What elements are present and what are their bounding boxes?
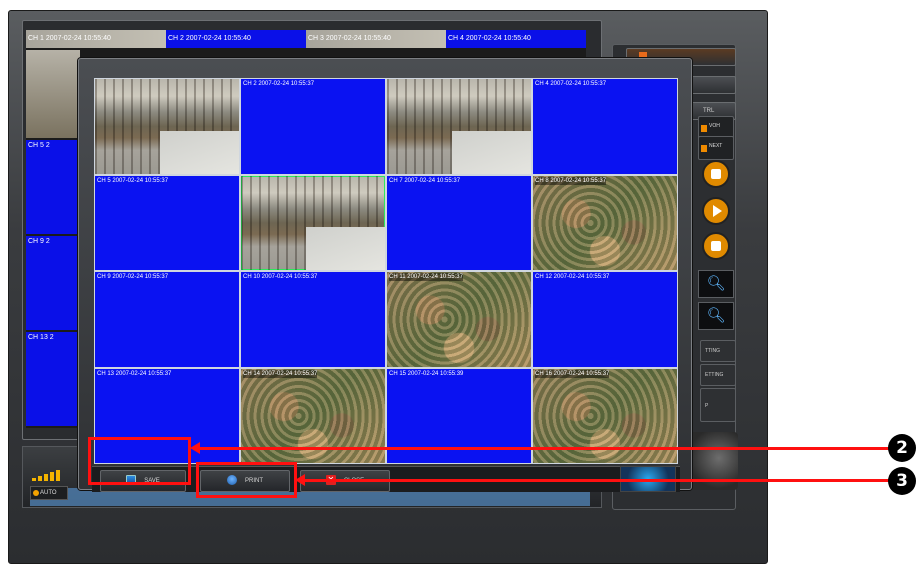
setting-button-label: TTING [705,348,720,354]
channel-label: CH 12 2007-02-24 10:55:37 [535,274,610,280]
bg-channel-label: CH 5 2 [28,142,50,149]
record-stop-button[interactable] [702,232,730,260]
channel-snapshot-grid: CH 2 2007-02-24 10:55:37 CH 4 2007-02-24 … [94,78,678,464]
app-footer [16,552,746,560]
channel-label: CH 13 2007-02-24 10:55:37 [97,370,172,377]
channel-tile[interactable]: CH 11 2007-02-24 10:55:37 [387,272,531,367]
channel-tile[interactable]: CH 5 2007-02-24 10:55:37 [95,175,239,270]
channel-tile[interactable]: CH 10 2007-02-24 10:55:37 [241,272,385,367]
channel-tile[interactable]: CH 4 2007-02-24 10:55:37 [533,79,677,174]
magnifier-icon: 🔍︎ [706,275,726,292]
next-button-label: NEXT [709,143,723,149]
channel-tile[interactable] [241,175,385,270]
auto-indicator-icon [33,490,39,496]
channel-label: CH 15 2007-02-24 10:55:39 [389,370,464,377]
channel-label: CH 2 2007-02-24 10:55:37 [243,81,315,87]
magnifier-icon: 🔍︎ [706,307,726,324]
voh-icon [701,125,707,132]
callout-badge-3: 3 [888,467,916,495]
zoom-in-button[interactable]: 🔍︎ [698,270,734,298]
channel-tile[interactable] [387,79,531,174]
channel-label: CH 16 2007-02-24 10:55:37 [535,369,610,378]
play-button[interactable] [702,197,730,225]
play-icon [713,205,722,217]
screenshot-stage: CH 1 2007-02-24 10:55:40 CH 2 2007-02-24… [0,0,922,571]
channel-label: CH 9 2007-02-24 10:55:37 [97,274,169,280]
channel-label: CH 4 2007-02-24 10:55:37 [535,81,607,87]
zoom-out-button[interactable]: 🔍︎ [698,302,734,330]
stop-icon [711,169,721,179]
next-button[interactable]: NEXT [698,136,734,160]
channel-label: CH 11 2007-02-24 10:55:37 [389,273,463,281]
auto-button[interactable]: AUTO [30,486,68,500]
settings-button-label: ETTING [705,372,724,378]
channel-tile[interactable]: CH 12 2007-02-24 10:55:37 [533,272,677,367]
channel-label: CH 10 2007-02-24 10:55:37 [243,274,318,280]
auto-button-label: AUTO [40,490,57,496]
panel-button[interactable]: P [700,388,736,422]
bg-channel-header: CH 4 2007-02-24 10:55:40 [446,30,586,48]
bg-channel-tile: CH 13 2 [26,332,80,426]
setting-button[interactable]: TTING [700,340,736,362]
channel-tile[interactable] [95,79,239,174]
panel-button-label: P [705,403,709,409]
bg-channel-label: CH 13 2 [28,334,54,341]
right-panel-tab-label: TRL [703,108,715,114]
bg-channel-tile [26,50,80,138]
highlight-save-area [88,437,191,485]
channel-tile[interactable]: CH 2 2007-02-24 10:55:37 [241,79,385,174]
next-icon [701,145,707,152]
channel-tile[interactable]: CH 8 2007-02-24 10:55:37 [533,175,677,270]
channel-tile[interactable]: CH 7 2007-02-24 10:55:37 [387,175,531,270]
channel-label: CH 5 2007-02-24 10:55:37 [97,177,169,184]
bg-channel-header: CH 1 2007-02-24 10:55:40 [26,30,166,48]
bg-channel-header: CH 2 2007-02-24 10:55:40 [166,30,306,48]
stop-playback-button[interactable] [702,160,730,188]
channel-label: CH 8 2007-02-24 10:55:37 [535,176,607,185]
highlight-print-button [196,462,297,498]
channel-label: CH 14 2007-02-24 10:55:37 [243,369,318,378]
bg-channel-tile: CH 5 2 [26,140,80,234]
arrow-line-2 [198,447,890,450]
bg-channel-header: CH 3 2007-02-24 10:55:40 [306,30,446,48]
callout-badge-2: 2 [888,434,916,462]
signal-level-icon [32,470,60,481]
channel-tile[interactable]: CH 9 2007-02-24 10:55:37 [95,272,239,367]
voh-button-label: VOH [709,123,720,129]
bg-channel-tile: CH 9 2 [26,236,80,330]
channel-label: CH 7 2007-02-24 10:55:37 [389,177,461,184]
arrow-line-3 [303,479,890,482]
stop-icon [711,241,721,251]
settings-button[interactable]: ETTING [700,364,736,386]
bg-channel-label: CH 9 2 [28,238,50,245]
